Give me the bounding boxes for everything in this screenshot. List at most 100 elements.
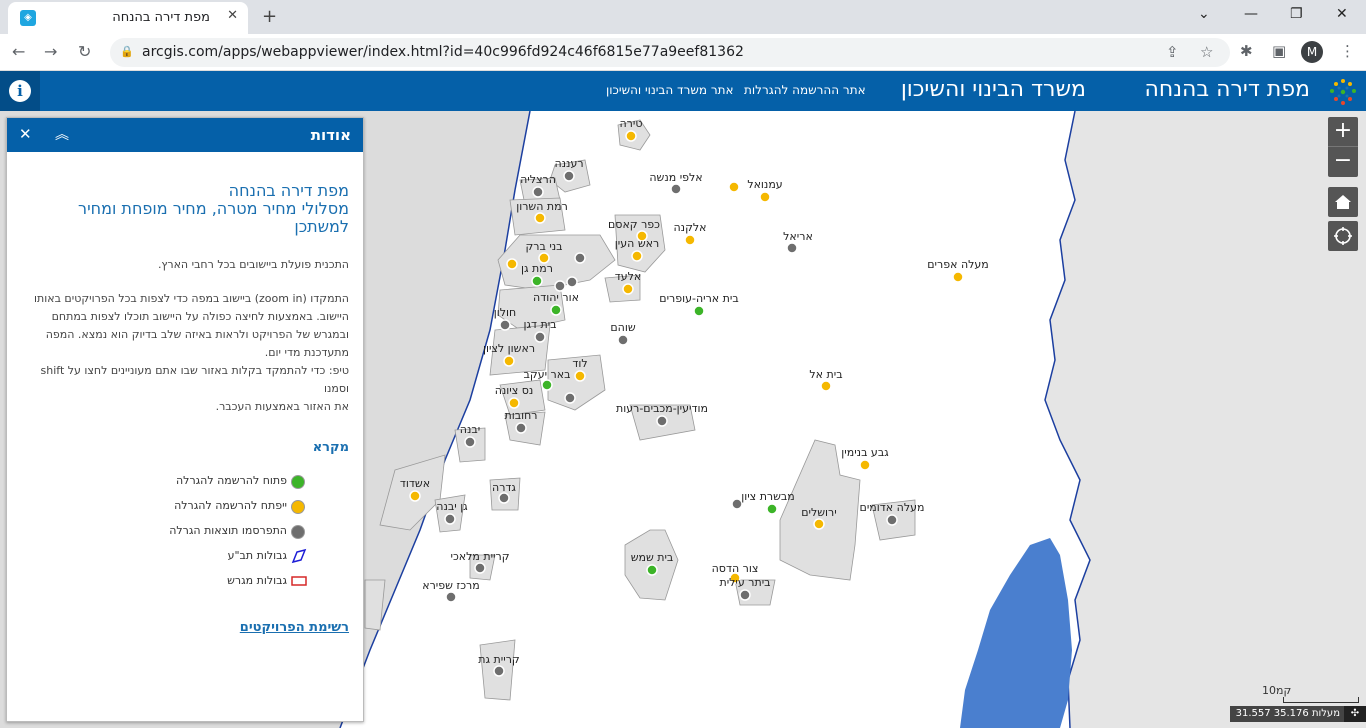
place-marker[interactable] [786, 242, 798, 254]
collapse-icon[interactable]: ︽ [55, 124, 69, 144]
locate-icon [1334, 227, 1352, 245]
lottery-registration-link[interactable]: אתר ההרשמה להגרלות [744, 83, 866, 97]
place-marker[interactable] [531, 275, 543, 287]
place-label: בית אל [809, 368, 842, 381]
place-marker[interactable] [617, 334, 629, 346]
description-line: ובמגרש של הפרויקט ולראות באיזה שלב בדיוק… [45, 328, 349, 341]
place-marker[interactable] [625, 130, 637, 142]
place-marker[interactable] [631, 250, 643, 262]
home-button[interactable] [1328, 187, 1358, 217]
place-marker[interactable] [684, 234, 696, 246]
place-marker[interactable] [499, 319, 511, 331]
place-marker[interactable] [952, 271, 964, 283]
place-marker[interactable] [508, 397, 520, 409]
place-label: מעלה אפרים [927, 258, 988, 271]
place-marker[interactable] [534, 212, 546, 224]
place-marker[interactable] [813, 518, 825, 530]
place-label: כפר קאסם [608, 218, 660, 231]
close-icon[interactable]: ✕ [19, 125, 32, 143]
close-window-button[interactable]: ✕ [1336, 6, 1348, 22]
place-marker[interactable] [409, 490, 421, 502]
place-marker[interactable] [728, 181, 740, 193]
place-marker[interactable] [515, 422, 527, 434]
legend-item: גבולות מגרש [21, 569, 349, 594]
place-label: שוהם [610, 321, 635, 334]
place-label: בני ברק [525, 240, 562, 253]
place-marker[interactable] [563, 170, 575, 182]
place-label: ירושלים [801, 506, 836, 519]
projects-list-link[interactable]: רשימת הפרויקטים [21, 620, 349, 635]
restore-button[interactable]: ❐ [1290, 6, 1303, 22]
browser-menu-icon[interactable]: ⋮ [1340, 42, 1355, 60]
scale-bar [1283, 697, 1359, 703]
place-marker[interactable] [646, 564, 658, 576]
place-marker[interactable] [464, 436, 476, 448]
map-title: מפת דירה בהנחה מסלולי מחיר מטרה, מחיר מו… [21, 182, 349, 236]
legend-item: פתוח להרשמה להגרלה [21, 469, 349, 494]
place-marker[interactable] [474, 562, 486, 574]
tab-close-icon[interactable]: ✕ [227, 8, 238, 23]
map-title-line: מפת דירה בהנחה [228, 181, 349, 200]
coordinate-toggle-icon[interactable]: ✣ [1344, 706, 1366, 722]
place-marker[interactable] [670, 183, 682, 195]
omnibox[interactable]: 🔒 arcgis.com/apps/webappviewer/index.htm… [110, 38, 1230, 67]
legend-item: ייפתח להרשמה להגרלה [21, 494, 349, 519]
home-icon [1335, 195, 1351, 209]
place-label: גדרה [492, 481, 516, 494]
place-marker[interactable] [564, 392, 576, 404]
place-marker[interactable] [656, 415, 668, 427]
tab-search-icon[interactable]: ⌄ [1198, 6, 1210, 22]
panel-title: אודות [310, 126, 351, 144]
place-marker[interactable] [693, 305, 705, 317]
extensions-icon[interactable]: ✱ [1240, 42, 1253, 60]
place-marker[interactable] [574, 370, 586, 382]
place-marker[interactable] [886, 514, 898, 526]
place-marker[interactable] [574, 252, 586, 264]
reload-icon[interactable]: ↻ [78, 42, 91, 61]
zoom-out-button[interactable]: − [1328, 147, 1358, 177]
place-marker[interactable] [820, 380, 832, 392]
place-marker[interactable] [766, 503, 778, 515]
place-marker[interactable] [493, 665, 505, 677]
place-marker[interactable] [503, 355, 515, 367]
share-icon[interactable]: ⇪ [1166, 43, 1179, 61]
locate-button[interactable] [1328, 221, 1358, 251]
place-marker[interactable] [444, 513, 456, 525]
back-icon[interactable]: ← [12, 42, 25, 61]
browser-tab[interactable]: ◈ מפת דירה בהנחה ✕ [8, 2, 248, 34]
place-marker[interactable] [859, 459, 871, 471]
place-marker[interactable] [739, 589, 751, 601]
about-button[interactable]: i [0, 71, 40, 111]
legend-label: גבולות מגרש [227, 574, 287, 587]
legend-label: פתוח להרשמה להגרלה [176, 474, 287, 487]
url-text[interactable]: arcgis.com/apps/webappviewer/index.html?… [142, 44, 744, 60]
place-label: מעלה אדומים [860, 501, 925, 514]
place-marker[interactable] [550, 304, 562, 316]
place-marker[interactable] [554, 280, 566, 292]
place-marker[interactable] [759, 191, 771, 203]
place-marker[interactable] [445, 591, 457, 603]
place-marker[interactable] [566, 276, 578, 288]
place-marker[interactable] [498, 492, 510, 504]
place-marker[interactable] [541, 379, 553, 391]
side-panel-icon[interactable]: ▣ [1272, 42, 1286, 60]
ministry-site-link[interactable]: אתר משרד הבינוי והשיכון [606, 83, 734, 97]
description-line: התמקדו (zoom in) ביישוב במפה כדי לצפות ב… [34, 292, 349, 305]
legend-item: התפרסמו תוצאות הגרלה [21, 519, 349, 544]
place-marker[interactable] [622, 283, 634, 295]
zoom-in-button[interactable]: + [1328, 117, 1358, 147]
place-label: מרכז שפירא [422, 579, 480, 592]
ministry-title: משרד הבינוי והשיכון [900, 77, 1086, 102]
description-line: טיפ: כדי להתמקד בקלות באזור שבו אתם מעונ… [40, 364, 349, 395]
profile-avatar[interactable]: M [1301, 41, 1323, 63]
minimize-button[interactable]: — [1244, 6, 1258, 22]
place-marker[interactable] [534, 331, 546, 343]
forward-icon[interactable]: → [44, 42, 57, 61]
new-tab-button[interactable]: + [262, 6, 277, 27]
place-marker[interactable] [532, 186, 544, 198]
bookmark-star-icon[interactable]: ☆ [1200, 43, 1213, 61]
description-intro: התכנית פועלת ביישובים בכל רחבי הארץ. [157, 258, 349, 271]
place-marker[interactable] [506, 258, 518, 270]
app-title: מפת דירה בהנחה [1144, 77, 1311, 102]
panel-body: מפת דירה בהנחה מסלולי מחיר מטרה, מחיר מו… [7, 152, 363, 636]
